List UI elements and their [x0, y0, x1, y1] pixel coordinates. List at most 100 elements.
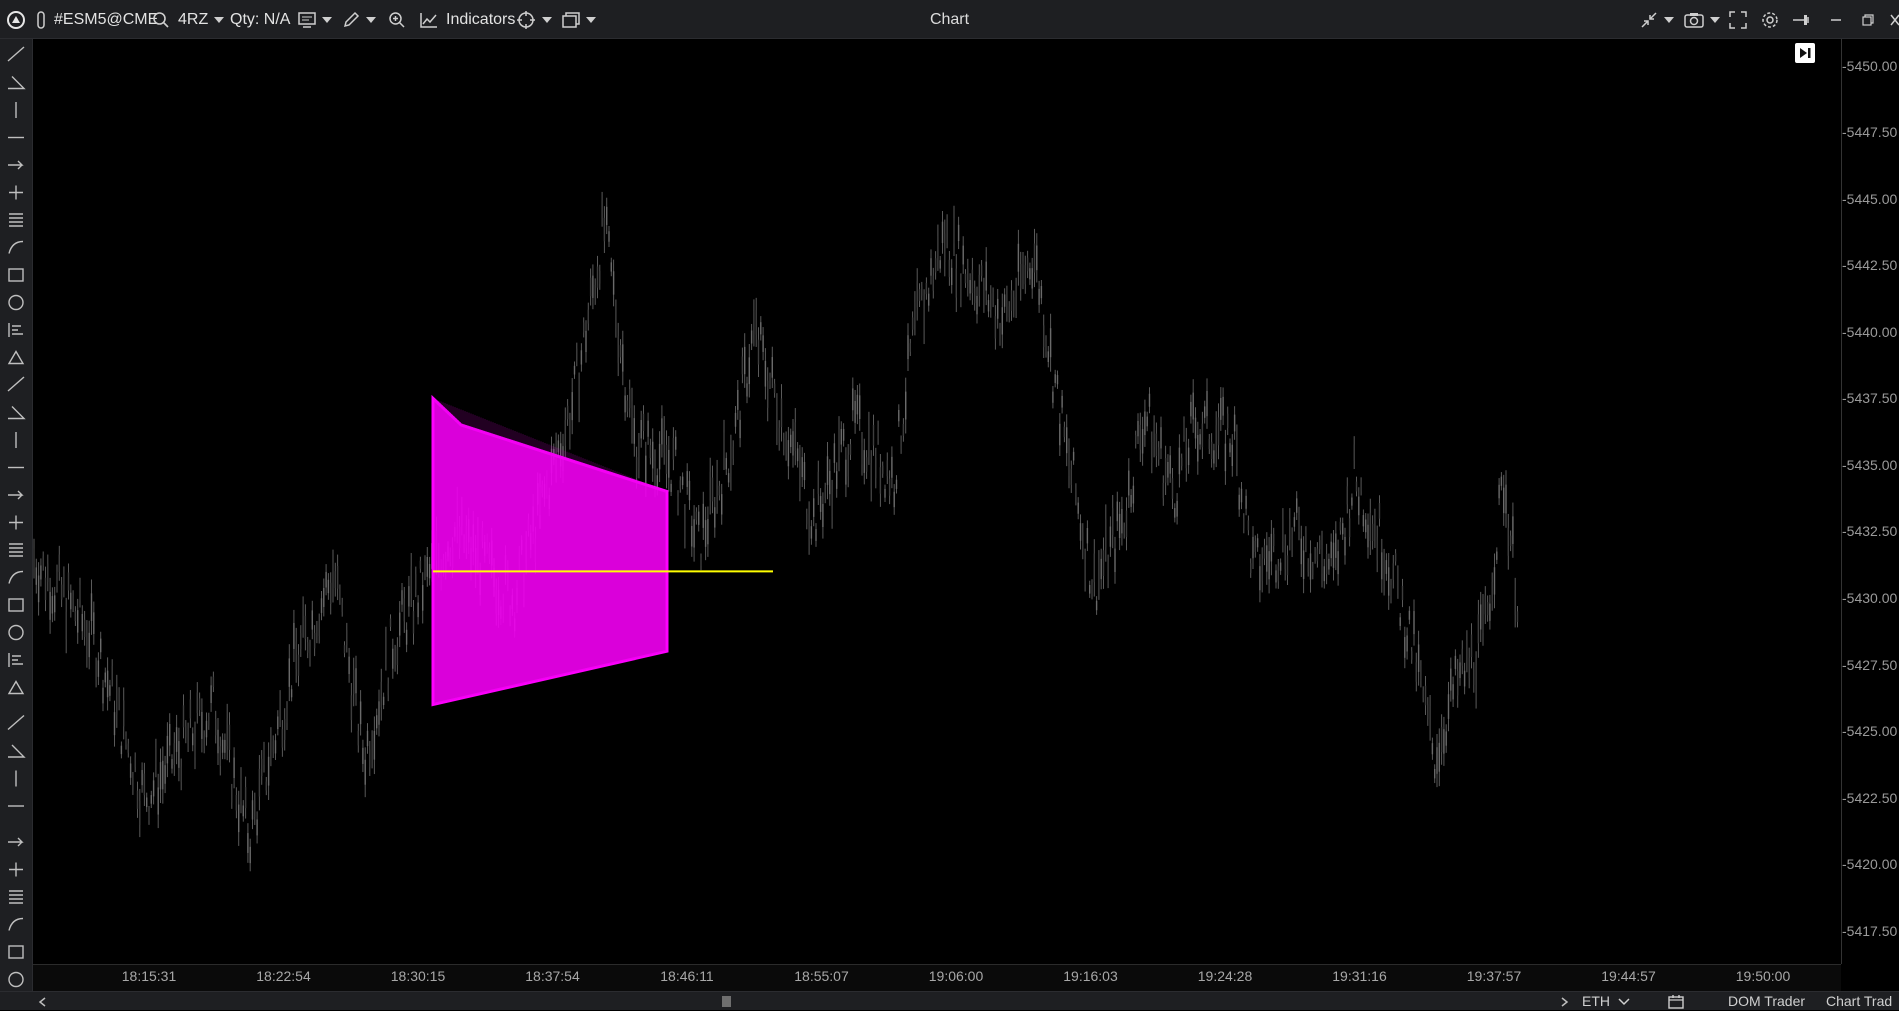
arrow-down-marker-icon[interactable] [8, 945, 24, 959]
trade-panel-button[interactable] [298, 0, 332, 39]
candle-body [83, 619, 86, 637]
scrollbar-thumb[interactable] [722, 996, 731, 1007]
diamond-marker-icon[interactable] [9, 862, 23, 877]
pin-icon[interactable] [1792, 0, 1810, 39]
session-label: ETH [1582, 993, 1610, 1009]
arrow-up-marker-icon[interactable] [8, 917, 24, 931]
sort-icon[interactable] [8, 971, 24, 988]
dom-trader-tab[interactable]: DOM Trader [1728, 992, 1805, 1011]
text-tool-icon[interactable] [7, 714, 25, 731]
candle-body [1302, 550, 1305, 579]
collapse-arrows-icon[interactable] [1640, 0, 1674, 39]
candle-body [217, 729, 219, 754]
price-tick-label: -5432.50 [1842, 523, 1898, 540]
candle-body [1369, 512, 1371, 541]
candle-body [1436, 747, 1438, 774]
candle-body [286, 708, 288, 723]
camera-icon[interactable] [1684, 0, 1720, 39]
candle-body [254, 800, 256, 817]
scroll-right-icon[interactable] [1561, 992, 1569, 1011]
restore-icon[interactable] [1862, 0, 1874, 39]
horizontal-lines-icon[interactable] [8, 240, 24, 254]
tag-icon[interactable] [8, 744, 26, 758]
candle-body [679, 480, 681, 489]
dot-marker-icon[interactable] [8, 837, 24, 847]
candle-body [281, 729, 284, 748]
candle-body [863, 450, 865, 473]
wedge-drawing[interactable] [431, 394, 669, 707]
candle-body [861, 442, 863, 465]
arrow-ray-icon[interactable] [9, 185, 23, 200]
dotted-rect-icon[interactable] [8, 653, 23, 667]
price-axis[interactable] [1841, 39, 1899, 964]
candle-body [1339, 521, 1342, 531]
dotted-vertical-icon[interactable] [7, 680, 25, 695]
horizontal-ray-icon[interactable] [8, 160, 24, 170]
gann-icon[interactable] [8, 624, 24, 641]
link-icon[interactable] [36, 0, 46, 39]
timeframe-selector[interactable]: 4RZ [178, 0, 225, 39]
gear-icon[interactable] [1761, 0, 1779, 39]
candle-body [1013, 297, 1015, 311]
candle-body [385, 637, 387, 660]
candle-body [983, 286, 985, 305]
candle-body [1360, 481, 1362, 491]
candle-body [1155, 433, 1158, 456]
minimize-icon[interactable] [1830, 0, 1842, 39]
triangle-icon[interactable] [8, 406, 26, 420]
pitchfork-icon[interactable] [8, 570, 24, 584]
search-icon[interactable] [152, 0, 170, 39]
parallel-channel-icon[interactable] [7, 376, 25, 392]
candle-body [77, 610, 79, 633]
candle-body [1047, 351, 1049, 363]
candle-body [1169, 455, 1171, 474]
candle-body [1144, 411, 1146, 436]
candle-body [127, 743, 129, 753]
zoom-in-icon[interactable] [388, 0, 406, 39]
spiral-icon[interactable] [8, 323, 23, 337]
angle-fan-icon[interactable] [8, 294, 24, 311]
candle-body [601, 200, 603, 219]
curve-tool-icon[interactable] [8, 268, 24, 282]
fib-retracement-icon[interactable] [8, 490, 24, 500]
drag-handle-icon[interactable] [7, 46, 25, 62]
fib-extension-icon[interactable] [9, 515, 23, 530]
close-icon[interactable] [1890, 0, 1899, 39]
scroll-left-icon[interactable] [38, 992, 46, 1011]
fullscreen-icon[interactable] [1729, 0, 1747, 39]
regression-icon[interactable] [8, 598, 24, 612]
candle-body [251, 800, 254, 820]
crosshair-mode-selector[interactable] [516, 0, 552, 39]
candle-body [1238, 494, 1240, 510]
drawing-tools-icons[interactable] [0, 39, 33, 1010]
chart-trader-tab[interactable]: Chart Trad [1826, 992, 1892, 1011]
chart-plot-area[interactable] [33, 39, 1841, 964]
candle-body [987, 300, 990, 312]
session-selector[interactable]: ETH [1582, 992, 1630, 1011]
window-layout-selector[interactable] [562, 0, 596, 39]
candle-body [764, 360, 767, 387]
ruler-icon[interactable] [7, 350, 25, 365]
indicators-button[interactable]: Indicators [420, 0, 515, 39]
square-marker-icon[interactable] [9, 890, 23, 904]
candle-body [1059, 423, 1061, 446]
line-tool-icon[interactable] [8, 76, 26, 90]
symbol-label[interactable]: #ESM5@CME [54, 0, 158, 39]
app-logo-icon[interactable] [6, 0, 26, 39]
timeframe-label: 4RZ [178, 10, 209, 28]
price-chart[interactable] [33, 39, 1841, 964]
candle-body [592, 275, 594, 298]
crosshair-icon[interactable] [9, 213, 23, 227]
candle-body [274, 740, 277, 754]
candle-body [1323, 566, 1325, 582]
calendar-icon[interactable] [1668, 992, 1684, 1011]
price-tick-label: -5430.00 [1842, 589, 1898, 606]
qty-label[interactable]: Qty: N/A [230, 0, 290, 39]
fib-levels-icon[interactable] [9, 543, 23, 557]
candle-body [353, 669, 355, 695]
candle-body [415, 574, 417, 590]
price-tick-label: -5440.00 [1842, 323, 1898, 340]
jump-to-end-icon[interactable] [1795, 43, 1815, 63]
drawing-tool-selector[interactable] [342, 0, 376, 39]
candle-body [279, 699, 281, 718]
